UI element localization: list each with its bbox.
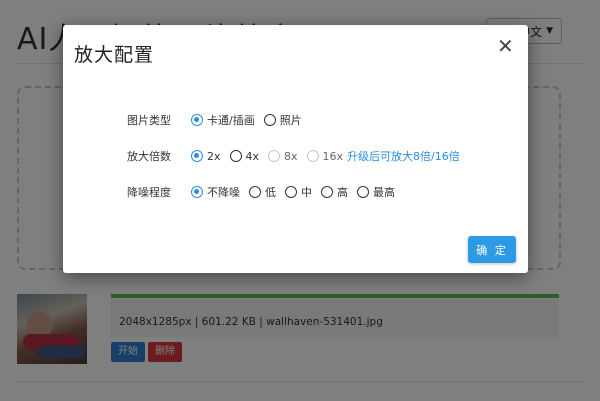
scale-label: 放大倍数 [127,150,171,163]
scale-option-2x[interactable]: 2x [191,150,221,163]
denoise-option-medium[interactable]: 中 [285,184,312,200]
image-type-label: 图片类型 [127,114,171,127]
scale-option-8x[interactable]: 8x [268,150,298,163]
radio-disabled-icon [306,150,319,162]
upgrade-link[interactable]: 升级后可放大8倍/16倍 [347,148,460,164]
scale-row: 放大倍数 2x 4x 8x 16x 升级后可放大8倍/16倍 [127,148,460,164]
image-type-row: 图片类型 卡通/插画 照片 [127,112,311,128]
image-type-option-photo[interactable]: 照片 [263,112,302,128]
scale-option-16x[interactable]: 16x [306,150,343,163]
radio-unchecked-icon [285,186,297,198]
denoise-option-none[interactable]: 不降噪 [191,184,240,200]
radio-checked-icon [191,150,203,162]
radio-checked-icon [191,186,203,198]
scale-config-modal: 放大配置 ✕ 图片类型 卡通/插画 照片 放大倍数 2x 4x 8x 16x 升… [63,25,528,273]
radio-unchecked-icon [263,114,276,126]
radio-checked-icon [191,114,203,126]
denoise-option-low[interactable]: 低 [249,184,276,200]
confirm-button[interactable]: 确 定 [468,236,516,263]
denoise-option-high[interactable]: 高 [321,184,348,200]
modal-title: 放大配置 [74,44,155,66]
close-icon[interactable]: ✕ [497,34,514,58]
radio-unchecked-icon [249,186,261,198]
image-type-option-cartoon[interactable]: 卡通/插画 [191,112,255,128]
denoise-row: 降噪程度 不降噪 低 中 高 最高 [127,184,404,200]
radio-unchecked-icon [357,186,369,198]
denoise-option-highest[interactable]: 最高 [357,184,395,200]
radio-unchecked-icon [229,150,242,162]
radio-disabled-icon [268,150,281,162]
radio-unchecked-icon [321,186,333,198]
scale-option-4x[interactable]: 4x [229,150,259,163]
denoise-label: 降噪程度 [127,186,171,199]
